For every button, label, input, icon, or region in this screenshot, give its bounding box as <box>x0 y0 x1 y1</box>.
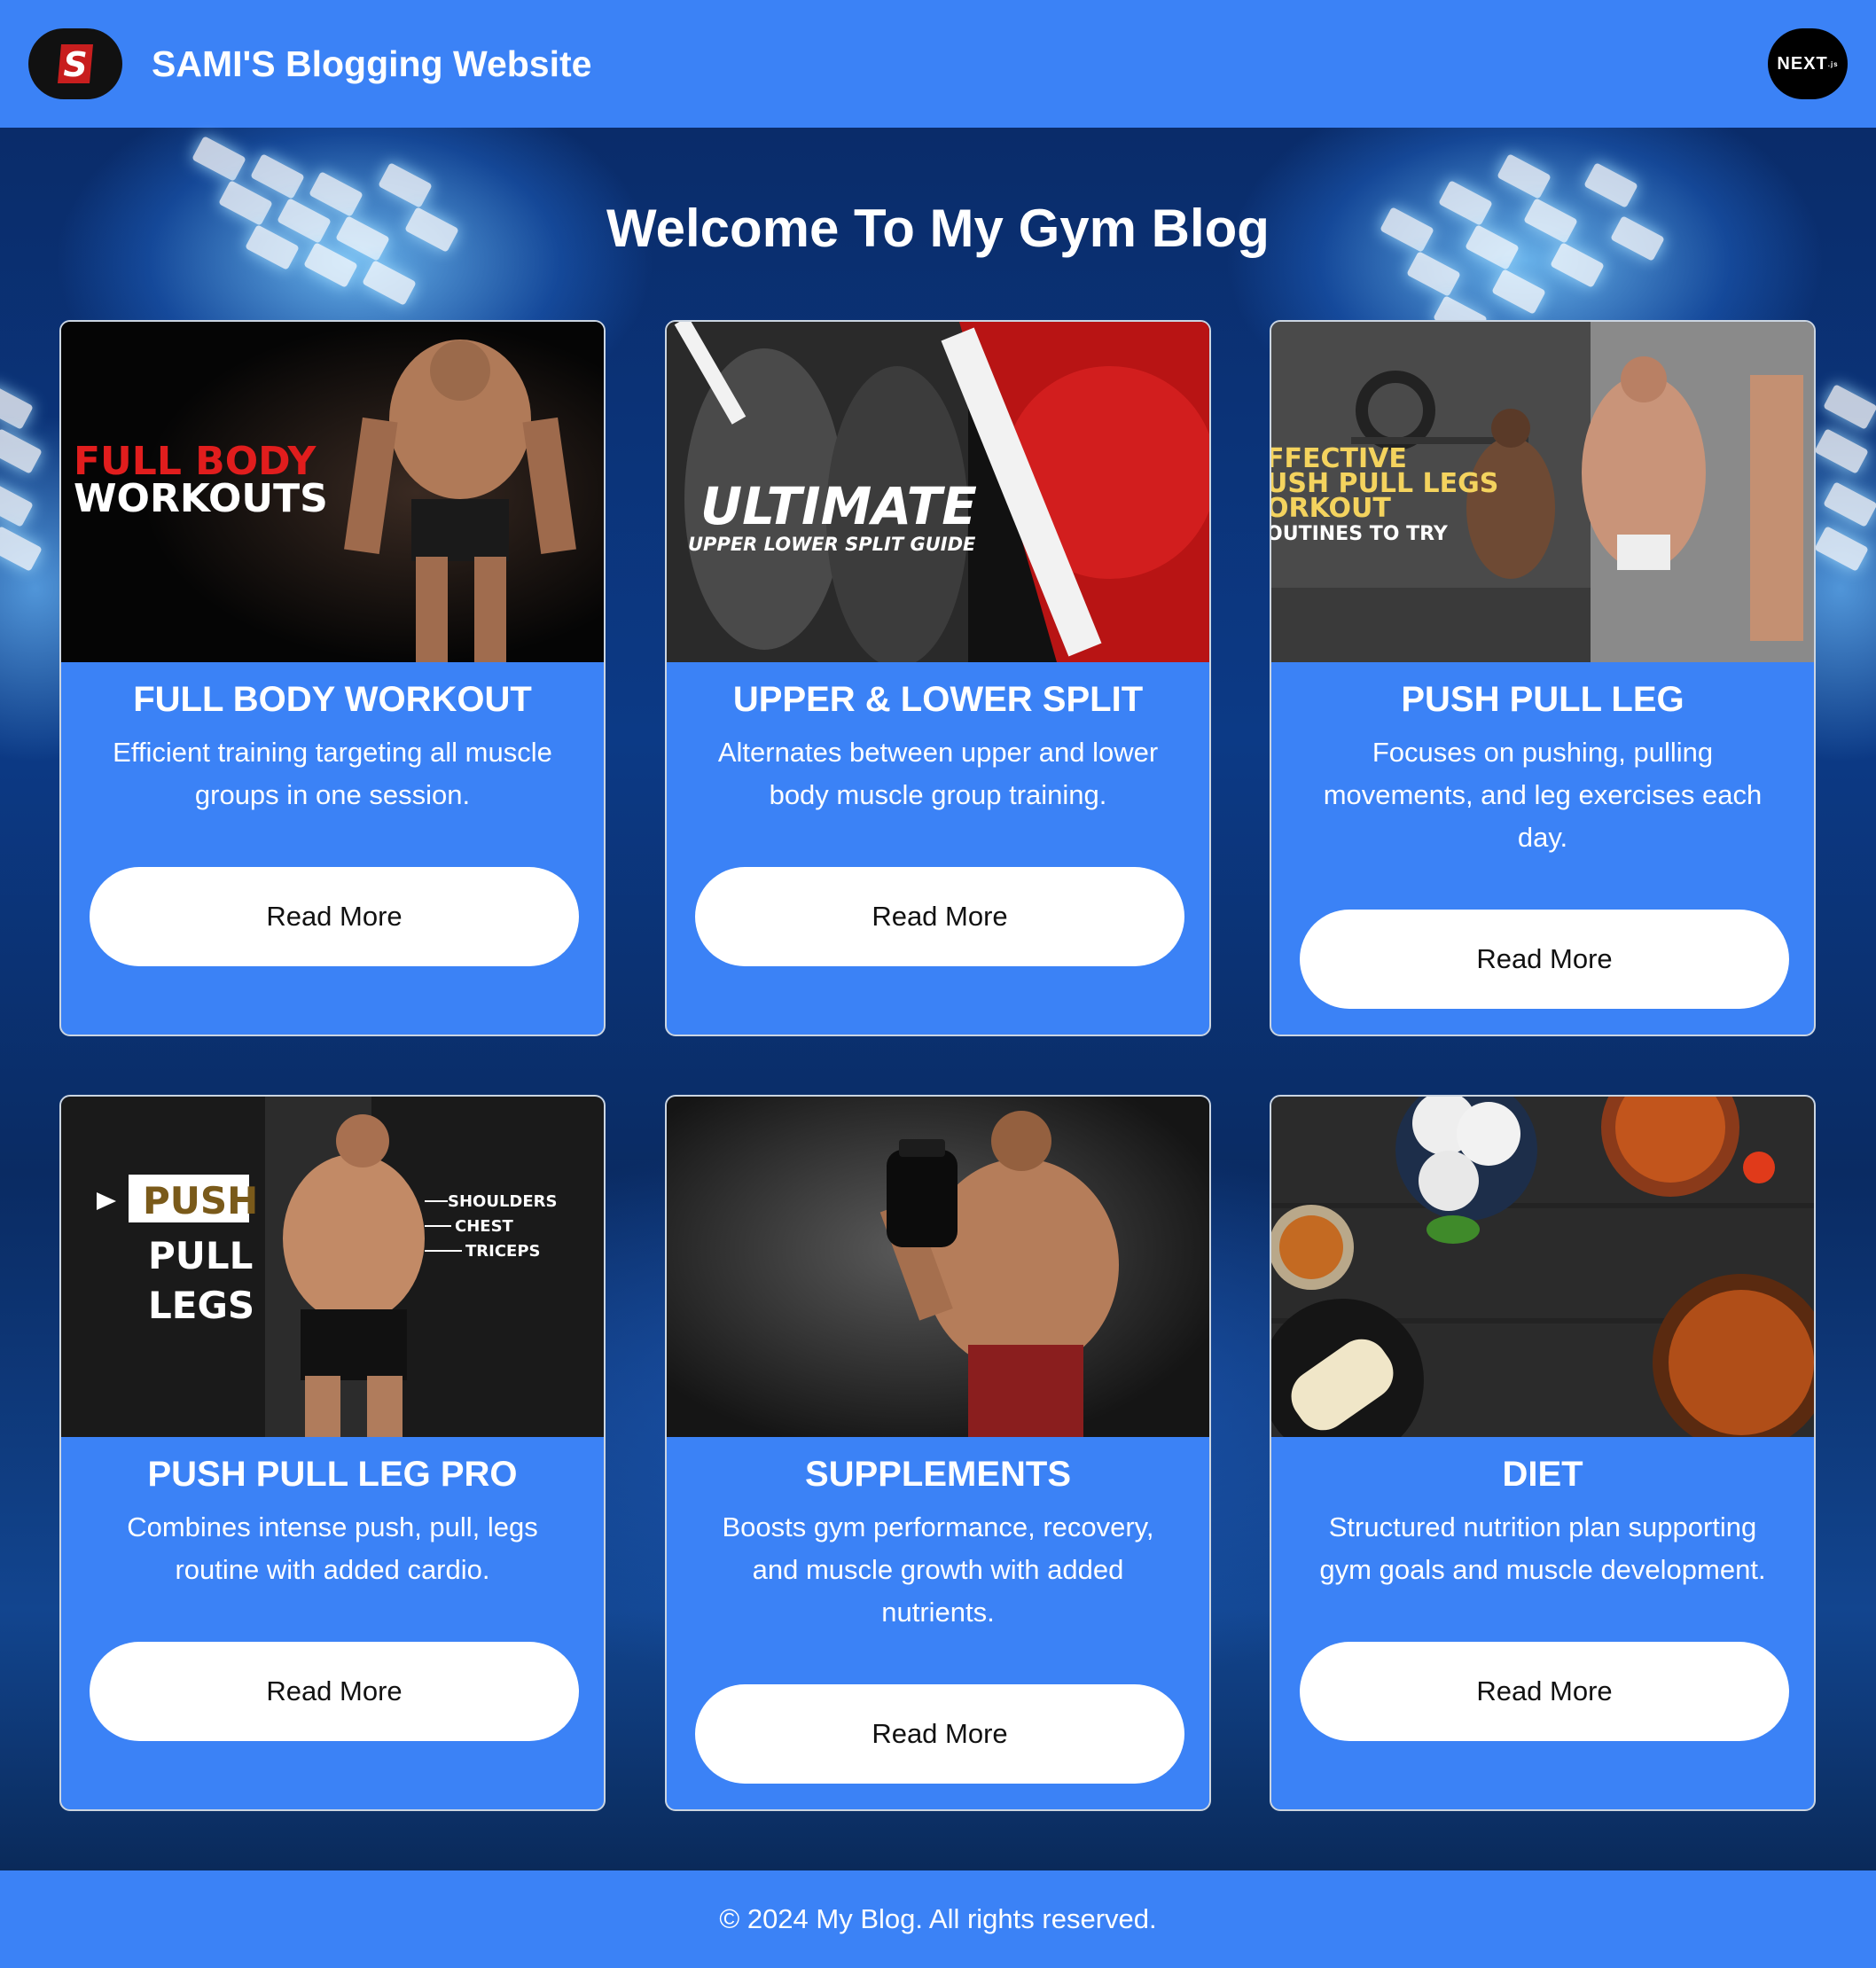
card-title: FULL BODY WORKOUT <box>133 680 532 719</box>
blog-card[interactable]: DIET Structured nutrition plan supportin… <box>1270 1095 1816 1811</box>
image-text: UPPER LOWER SPLIT GUIDE <box>688 534 976 555</box>
card-description: Focuses on pushing, pulling movements, a… <box>1323 737 1763 853</box>
food-bowls-photo-icon <box>1271 1097 1814 1437</box>
page-title: Welcome To My Gym Blog <box>606 199 1270 258</box>
site-header: S SAMI'S Blogging Website NEXT .js <box>0 0 1876 128</box>
gym-athletes-photo-icon: FFECTIVE USH PULL LEGS ORKOUT OUTINES TO… <box>1271 322 1814 662</box>
nextjs-badge-icon: NEXT .js <box>1768 28 1848 99</box>
image-text: PULL <box>148 1234 253 1277</box>
read-more-button[interactable]: Read More <box>695 867 1184 966</box>
site-logo-icon[interactable]: S <box>28 28 122 99</box>
muscular-man-photo-icon: FULL BODY WORKOUTS <box>61 322 604 662</box>
blog-card[interactable]: FULL BODY WORKOUTS FULL BODY WORKOUT Eff… <box>59 320 606 1036</box>
man-with-supplement-jar-photo-icon <box>667 1097 1209 1437</box>
site-footer: © 2024 My Blog. All rights reserved. <box>0 1870 1876 1968</box>
image-text: ULTIMATE <box>700 476 977 536</box>
card-description: Combines intense push, pull, legs routin… <box>127 1511 538 1585</box>
image-text: LEGS <box>148 1284 254 1327</box>
blog-card[interactable]: FFECTIVE USH PULL LEGS ORKOUT OUTINES TO… <box>1270 320 1816 1036</box>
read-more-button[interactable]: Read More <box>90 1642 579 1741</box>
card-description: Structured nutrition plan supporting gym… <box>1319 1511 1766 1585</box>
site-title[interactable]: SAMI'S Blogging Website <box>152 39 591 89</box>
card-title: PUSH PULL LEG PRO <box>147 1455 518 1494</box>
image-text: TRICEPS <box>465 1242 541 1261</box>
image-text: WORKOUTS <box>74 476 328 521</box>
image-text: ORKOUT <box>1271 493 1391 524</box>
image-text: SHOULDERS <box>448 1192 557 1211</box>
card-description: Efficient training targeting all muscle … <box>113 737 552 810</box>
card-title: PUSH PULL LEG <box>1401 680 1684 719</box>
image-text: CHEST <box>455 1217 514 1236</box>
blog-card[interactable]: PUSH PULL LEGS SHOULDERS CHEST TRICEPS P… <box>59 1095 606 1811</box>
card-description: Boosts gym performance, recovery, and mu… <box>722 1511 1154 1628</box>
svg-text:S: S <box>63 45 87 84</box>
read-more-button[interactable]: Read More <box>1300 910 1789 1009</box>
card-description: Alternates between upper and lower body … <box>717 737 1159 810</box>
red-torso-legs-photo-icon: ULTIMATE UPPER LOWER SPLIT GUIDE <box>667 322 1209 662</box>
blog-card[interactable]: SUPPLEMENTS Boosts gym performance, reco… <box>665 1095 1211 1811</box>
nextjs-badge-text: NEXT <box>1777 53 1828 74</box>
blog-card[interactable]: ULTIMATE UPPER LOWER SPLIT GUIDE UPPER &… <box>665 320 1211 1036</box>
image-text: OUTINES TO TRY <box>1271 523 1449 545</box>
image-text: PUSH <box>143 1179 258 1222</box>
card-title: UPPER & LOWER SPLIT <box>732 680 1144 719</box>
read-more-button[interactable]: Read More <box>1300 1642 1789 1741</box>
read-more-button[interactable]: Read More <box>695 1684 1184 1784</box>
read-more-button[interactable]: Read More <box>90 867 579 966</box>
nextjs-badge-sub: .js <box>1827 59 1839 68</box>
athlete-flexing-photo-icon: PUSH PULL LEGS SHOULDERS CHEST TRICEPS <box>61 1097 604 1437</box>
card-title: SUPPLEMENTS <box>804 1455 1072 1494</box>
card-title: DIET <box>1502 1455 1583 1494</box>
copyright-text: © 2024 My Blog. All rights reserved. <box>719 1903 1157 1934</box>
